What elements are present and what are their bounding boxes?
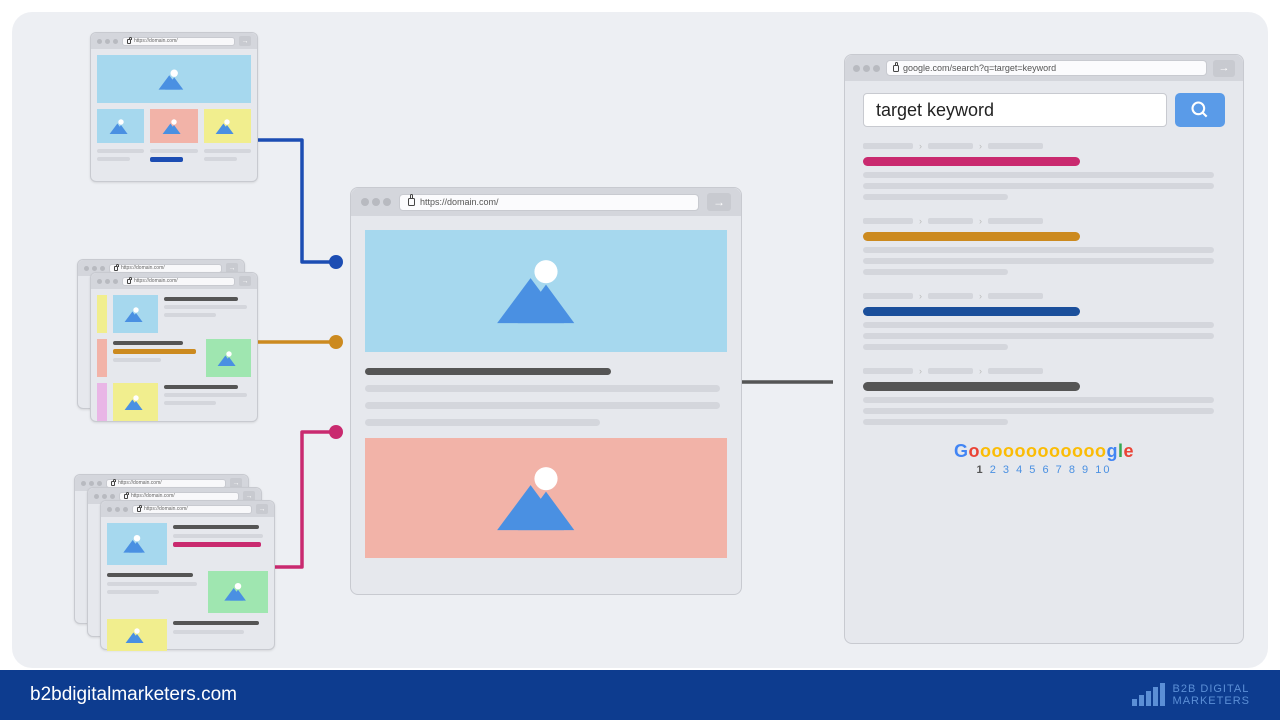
lock-icon xyxy=(408,198,415,206)
url-text: https://domain.com/ xyxy=(420,197,499,207)
result-4[interactable]: ›› xyxy=(863,366,1225,425)
google-logo: Goooooooooooogle xyxy=(863,441,1225,462)
footer-domain: b2bdigitalmarketers.com xyxy=(30,684,237,706)
hero-image-1 xyxy=(365,230,727,352)
go-button[interactable]: → xyxy=(707,193,731,211)
hero-image-2 xyxy=(365,438,727,558)
url-text: https://domain.com/ xyxy=(134,38,178,44)
search-input[interactable]: target keyword xyxy=(863,93,1167,127)
address-bar[interactable]: google.com/search?q=target=keyword xyxy=(886,60,1207,76)
result-2[interactable]: ›› xyxy=(863,216,1225,275)
diagram-canvas: https://domain.com/ https://domain.com/ … xyxy=(12,12,1268,668)
heading-placeholder xyxy=(365,368,611,375)
footer-brand: B2B DIGITALMARKETERS xyxy=(1132,683,1250,707)
search-button[interactable] xyxy=(1175,93,1225,127)
search-icon xyxy=(1190,100,1210,120)
lock-icon xyxy=(893,65,899,72)
address-bar[interactable]: https://domain.com/ xyxy=(399,194,699,211)
url-text: google.com/search?q=target=keyword xyxy=(903,63,1056,73)
source-page-2-front: https://domain.com/ xyxy=(90,272,258,422)
serp-page: google.com/search?q=target=keyword → tar… xyxy=(844,54,1244,644)
footer: b2bdigitalmarketers.com B2B DIGITALMARKE… xyxy=(0,670,1280,720)
traffic-lights xyxy=(361,198,391,206)
traffic-lights xyxy=(853,65,880,72)
go-button[interactable]: → xyxy=(1213,60,1235,77)
result-3[interactable]: ›› xyxy=(863,291,1225,350)
target-page: https://domain.com/ → xyxy=(350,187,742,595)
source-page-3-front: https://domain.com/ xyxy=(100,500,275,650)
source-page-1: https://domain.com/ xyxy=(90,32,258,182)
result-1[interactable]: ›› xyxy=(863,141,1225,200)
pagination[interactable]: 1 2 3 4 5 6 7 8 9 10 xyxy=(863,464,1225,476)
brand-bars-icon xyxy=(1132,684,1165,706)
